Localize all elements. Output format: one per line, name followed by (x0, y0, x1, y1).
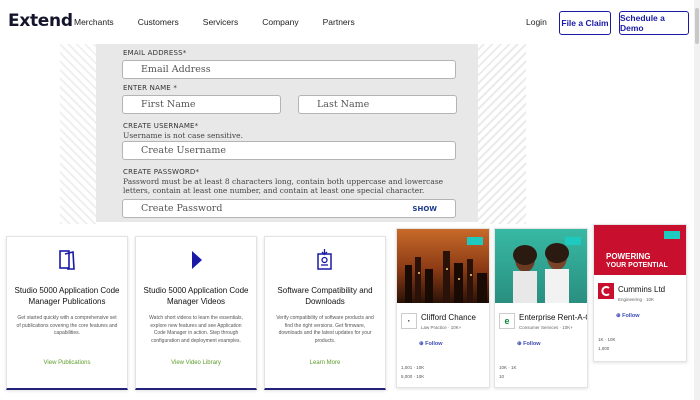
scrollbar-thumb[interactable] (695, 8, 699, 44)
company-stat: 10K · 1K (499, 365, 517, 370)
card-title: Software Compatibility and Downloads (277, 286, 373, 306)
file-claim-button[interactable]: File a Claim (559, 11, 611, 35)
page-scrollbar[interactable] (694, 0, 700, 400)
company-card-enterprise[interactable]: e Enterprise Rent-A-Car Consumer Service… (494, 228, 588, 388)
company-subtitle: Engineering · 10K (618, 297, 655, 302)
company-name[interactable]: Clifford Chance (421, 313, 476, 322)
card-description: Watch short videos to learn the essentia… (149, 315, 243, 344)
first-name-field[interactable]: First Name (122, 95, 281, 114)
view-publications-link[interactable]: View Publications (7, 360, 127, 366)
site-header: Extend Merchants Customers Servicers Com… (0, 0, 700, 44)
people-photo (495, 229, 587, 303)
password-help: Password must be at least 8 characters l… (123, 177, 444, 195)
nav-servicers[interactable]: Servicers (203, 17, 238, 27)
password-field[interactable]: Create Password SHOW (122, 199, 456, 218)
cummins-banner: POWERING YOUR POTENTIAL (594, 225, 686, 275)
featured-tag (565, 237, 581, 245)
company-logo: e (499, 313, 515, 329)
card-description: Verify compatibility of software product… (276, 315, 374, 344)
company-stat: 1,000 (598, 346, 610, 351)
company-subtitle: Consumer Services · 10K+ (519, 325, 573, 330)
username-help: Username is not case sensitive. (123, 131, 243, 140)
password-label: CREATE PASSWORD* (123, 168, 200, 176)
main-nav: Merchants Customers Servicers Company Pa… (74, 17, 379, 27)
city-skyline-image (397, 229, 489, 303)
follow-button[interactable]: Follow (517, 341, 540, 347)
company-logo: · (401, 313, 417, 329)
company-card-cummins[interactable]: POWERING YOUR POTENTIAL Cummins Ltd Engi… (593, 224, 687, 362)
play-icon (192, 251, 202, 269)
registration-form: EMAIL ADDRESS* Email Address ENTER NAME … (96, 44, 478, 222)
document-icon (59, 250, 75, 270)
banner-line-2: YOUR POTENTIAL (606, 262, 668, 269)
follow-button[interactable]: Follow (616, 313, 639, 319)
downloads-card[interactable]: Software Compatibility and Downloads Ver… (264, 236, 386, 390)
company-stat: 5,000 · 10K (401, 374, 425, 379)
videos-card[interactable]: Studio 5000 Application Code Manager Vid… (135, 236, 257, 390)
company-stat: 1,001 · 10K (401, 365, 425, 370)
card-title: Studio 5000 Application Code Manager Vid… (143, 286, 249, 306)
email-label: EMAIL ADDRESS* (123, 49, 187, 57)
username-field[interactable]: Create Username (122, 141, 456, 160)
nav-partners[interactable]: Partners (323, 17, 355, 27)
company-card-clifford-chance[interactable]: · Clifford Chance Law Practice · 10K+ Fo… (396, 228, 490, 388)
extend-logo[interactable]: Extend (8, 11, 73, 31)
username-label: CREATE USERNAME* (123, 122, 199, 130)
name-label: ENTER NAME * (123, 84, 178, 92)
featured-tag (664, 231, 680, 239)
download-icon (317, 249, 332, 270)
company-stat: 1K · 10K (598, 337, 616, 342)
card-description: Get started quickly with a comprehensive… (16, 315, 118, 336)
email-field[interactable]: Email Address (122, 60, 456, 79)
show-password-toggle[interactable]: SHOW (412, 205, 437, 213)
background-texture-right (478, 44, 526, 224)
cummins-c-icon (601, 286, 610, 296)
company-name[interactable]: Enterprise Rent-A-Car (519, 313, 587, 322)
featured-tag (467, 237, 483, 245)
login-link[interactable]: Login (526, 17, 547, 27)
nav-merchants[interactable]: Merchants (74, 17, 114, 27)
card-title: Studio 5000 Application Code Manager Pub… (14, 286, 120, 306)
banner-line-1: POWERING (606, 252, 651, 261)
nav-company[interactable]: Company (262, 17, 298, 27)
nav-customers[interactable]: Customers (138, 17, 179, 27)
cummins-logo (598, 283, 614, 299)
view-video-library-link[interactable]: View Video Library (136, 360, 256, 366)
company-name[interactable]: Cummins Ltd (618, 285, 665, 294)
background-texture-left (60, 44, 96, 224)
publications-card[interactable]: Studio 5000 Application Code Manager Pub… (6, 236, 128, 390)
password-placeholder: Create Password (141, 203, 223, 214)
company-stat: 10 (499, 374, 505, 379)
follow-button[interactable]: Follow (419, 341, 442, 347)
last-name-field[interactable]: Last Name (298, 95, 457, 114)
learn-more-link[interactable]: Learn More (265, 360, 385, 366)
schedule-demo-button[interactable]: Schedule a Demo (619, 11, 689, 35)
company-subtitle: Law Practice · 10K+ (421, 325, 462, 330)
